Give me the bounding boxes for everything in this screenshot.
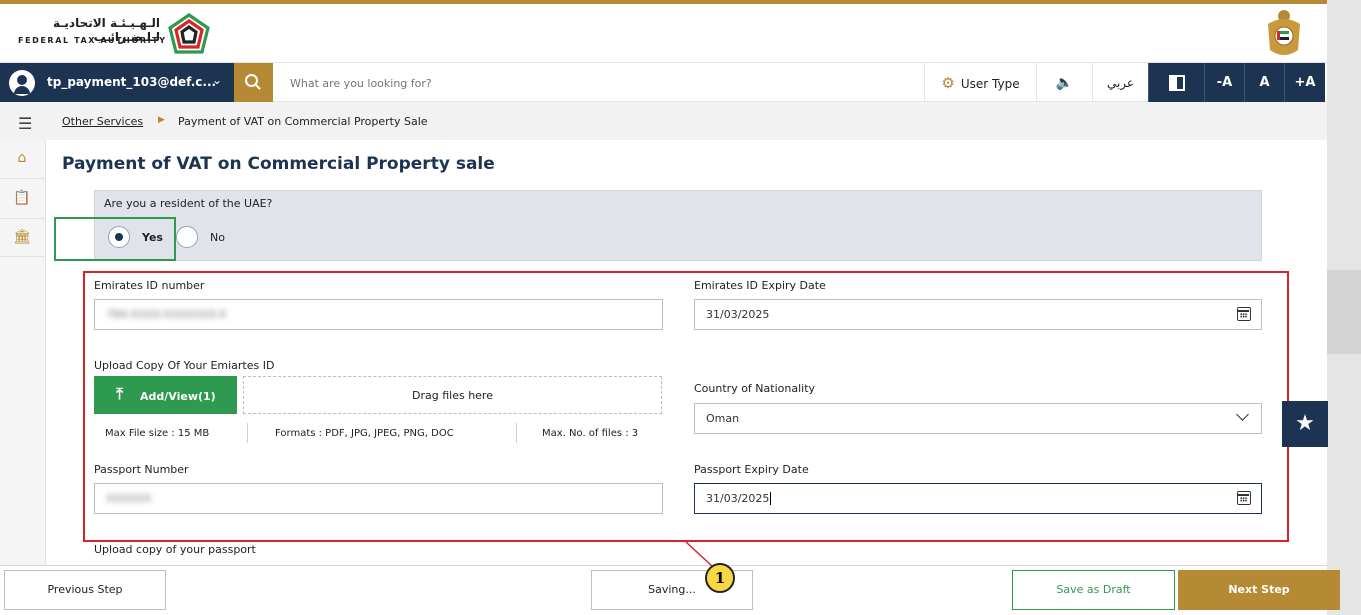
- callout-badge: 1: [705, 563, 735, 593]
- search-input[interactable]: [280, 68, 910, 98]
- previous-step-button[interactable]: Previous Step: [4, 570, 166, 610]
- gear-icon: ⚙: [941, 74, 955, 92]
- hamburger-menu-icon[interactable]: ☰: [18, 114, 32, 133]
- radio-no[interactable]: [176, 226, 198, 248]
- breadcrumb-current: Payment of VAT on Commercial Property Sa…: [178, 115, 428, 128]
- page-scrollbar[interactable]: [1327, 0, 1361, 615]
- star-icon[interactable]: ★: [1282, 401, 1328, 447]
- font-normal-button[interactable]: A: [1244, 63, 1284, 103]
- search-icon: [245, 74, 261, 90]
- user-avatar-icon: [9, 70, 35, 96]
- uae-emblem-icon: [1268, 10, 1300, 55]
- fta-logo-mark-icon: [168, 13, 210, 54]
- bank-icon[interactable]: 🏛: [12, 229, 32, 249]
- save-draft-button[interactable]: Save as Draft: [1012, 570, 1175, 610]
- font-decrease-button[interactable]: -A: [1204, 63, 1244, 103]
- language-toggle[interactable]: عربي: [1092, 63, 1148, 103]
- sidebar-divider: [0, 218, 46, 219]
- resident-question: Are you a resident of the UAE?: [104, 197, 273, 210]
- next-step-button[interactable]: Next Step: [1178, 570, 1340, 610]
- side-menu: ⌂ 📋 🏛: [0, 140, 46, 565]
- page-title: Payment of VAT on Commercial Property sa…: [62, 154, 495, 174]
- resident-question-panel: Are you a resident of the UAE? Yes No: [94, 190, 1262, 261]
- radio-no-label: No: [210, 231, 225, 244]
- user-type-label: User Type: [960, 77, 1020, 91]
- text-to-speech-button[interactable]: 🔈: [1036, 63, 1092, 103]
- speaker-icon: 🔈: [1055, 75, 1074, 91]
- breadcrumb-arrow-icon: ▶: [158, 115, 165, 125]
- user-menu[interactable]: tp_payment_103@def.c... ⌄: [0, 63, 234, 103]
- font-increase-button[interactable]: +A: [1284, 63, 1325, 103]
- top-navbar: tp_payment_103@def.c... ⌄ ⚙ User Type 🔈 ع…: [0, 62, 1327, 103]
- scrollbar-thumb[interactable]: [1327, 270, 1361, 354]
- footer-bar: Previous Step Saving... Save as Draft Ne…: [0, 565, 1340, 615]
- clipboard-icon[interactable]: 📋: [12, 190, 32, 210]
- sidebar-divider: [0, 178, 46, 179]
- sidebar-divider: [0, 256, 46, 257]
- yes-highlight-box: [54, 217, 176, 261]
- chevron-down-icon: ⌄: [212, 73, 223, 87]
- fta-logo[interactable]: الـهـيـئـة الاتحاديـة لـلـضـرائـب FEDERA…: [18, 10, 218, 60]
- contrast-icon: [1168, 74, 1185, 91]
- breadcrumb-other-services[interactable]: Other Services: [62, 115, 143, 128]
- contrast-toggle[interactable]: [1148, 63, 1204, 103]
- site-header: الـهـيـئـة الاتحاديـة لـلـضـرائـب FEDERA…: [0, 4, 1361, 62]
- search-button[interactable]: [234, 63, 273, 103]
- fields-highlight-box: [83, 271, 1289, 542]
- breadcrumb: ☰ Other Services ▶ Payment of VAT on Com…: [0, 102, 1327, 140]
- user-type-button[interactable]: ⚙ User Type: [924, 63, 1036, 103]
- logo-english-text: FEDERAL TAX AUTHORITY: [18, 36, 167, 45]
- home-icon[interactable]: ⌂: [12, 150, 32, 170]
- user-email: tp_payment_103@def.c...: [47, 75, 217, 89]
- upload-passport-label: Upload copy of your passport: [94, 543, 256, 556]
